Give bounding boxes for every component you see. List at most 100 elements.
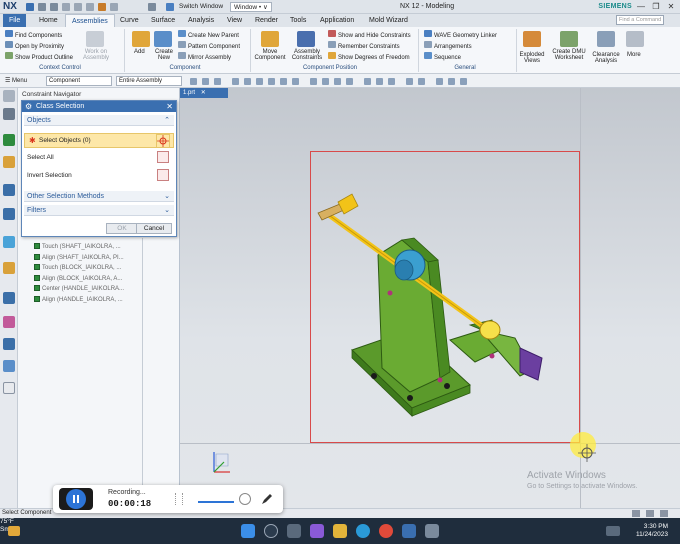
part-navigator-icon[interactable] xyxy=(3,156,15,168)
tab-tools[interactable]: Tools xyxy=(284,14,312,27)
view-orient-icon[interactable] xyxy=(310,78,317,85)
pattern-component-item[interactable]: Pattern Component xyxy=(178,41,240,50)
other-methods-section-header[interactable]: Other Selection Methods ⌄ xyxy=(24,191,174,202)
snap-view-icon[interactable] xyxy=(148,3,156,11)
edge-icon[interactable] xyxy=(356,524,370,538)
repeat-command-icon[interactable] xyxy=(98,3,106,11)
file-explorer-icon[interactable] xyxy=(333,524,347,538)
rotate-icon[interactable] xyxy=(346,78,353,85)
midpoint-icon[interactable] xyxy=(256,78,263,85)
paste-icon[interactable] xyxy=(86,3,94,11)
exploded-views-icon[interactable] xyxy=(523,31,541,47)
copy-icon[interactable] xyxy=(74,3,82,11)
search-icon[interactable] xyxy=(264,524,278,538)
assembly-navigator-icon[interactable] xyxy=(3,108,15,120)
create-new-icon[interactable] xyxy=(154,31,172,47)
app-taskbar-icon[interactable] xyxy=(425,524,439,538)
find-command-input[interactable]: Find a Command xyxy=(616,15,664,25)
type-filter-select[interactable]: Component xyxy=(46,76,112,86)
constraint-row[interactable]: Align (HANDLE_IAIKOLRA, ... xyxy=(34,295,174,306)
intersection-icon[interactable] xyxy=(280,78,287,85)
invert-selection-icon[interactable] xyxy=(157,169,169,181)
chrome-icon[interactable] xyxy=(379,524,393,538)
clearance-analysis-icon[interactable] xyxy=(597,31,615,47)
endpoint-icon[interactable] xyxy=(244,78,251,85)
wave-linker-item[interactable]: WAVE Geometry Linker xyxy=(424,30,497,39)
tab-mold-wizard[interactable]: Mold Wizard xyxy=(363,14,414,27)
mirror-assembly-item[interactable]: Mirror Assembly xyxy=(178,52,231,61)
shaded-icon[interactable] xyxy=(364,78,371,85)
pen-icon[interactable] xyxy=(260,492,274,506)
task-view-icon[interactable] xyxy=(287,524,301,538)
tab-close-icon[interactable]: ✕ xyxy=(201,90,206,96)
constraint-row[interactable]: Align (SHAFT_IAIKOLRA, PI... xyxy=(34,253,174,264)
filter-icon[interactable] xyxy=(190,78,197,85)
checkbox-icon[interactable] xyxy=(34,274,40,281)
start-icon[interactable] xyxy=(241,524,255,538)
minimize-icon[interactable]: — xyxy=(634,2,648,12)
webcam-icon[interactable] xyxy=(239,493,251,505)
cancel-button[interactable]: Cancel xyxy=(136,223,172,234)
history-icon[interactable] xyxy=(3,262,15,274)
menu-button[interactable]: ☰ Menu xyxy=(5,77,27,84)
wcs-icon[interactable] xyxy=(418,78,425,85)
section-icon[interactable] xyxy=(388,78,395,85)
checkbox-icon[interactable] xyxy=(34,253,40,260)
show-dof-item[interactable]: Show Degrees of Freedom xyxy=(328,52,410,61)
assembly-constraints-icon[interactable] xyxy=(297,31,315,47)
arrangements-item[interactable]: Arrangements xyxy=(424,41,472,50)
select-all-icon[interactable] xyxy=(157,151,169,163)
assembly-model[interactable] xyxy=(310,180,550,425)
undo-icon[interactable] xyxy=(38,3,46,11)
assembly-constraints-button[interactable]: Assembly Constraints xyxy=(288,49,326,61)
filters-section-header[interactable]: Filters ⌄ xyxy=(24,205,174,216)
part-tab[interactable]: 1.prt ✕ xyxy=(180,88,228,98)
volume-slider[interactable] xyxy=(198,501,234,503)
tab-render[interactable]: Render xyxy=(249,14,284,27)
ok-button[interactable]: OK xyxy=(106,223,138,234)
checkbox-icon[interactable] xyxy=(34,243,40,250)
display-icon[interactable] xyxy=(460,78,467,85)
drag-handle[interactable] xyxy=(175,493,183,505)
blank-panel-icon[interactable] xyxy=(3,382,15,394)
pause-recording-button[interactable] xyxy=(59,488,93,510)
measure-icon[interactable] xyxy=(436,78,443,85)
status-grid-icon[interactable] xyxy=(632,510,640,517)
system-tray-icon[interactable] xyxy=(606,526,620,536)
move-component-icon[interactable] xyxy=(261,31,279,47)
save-icon[interactable] xyxy=(26,3,34,11)
chat-icon[interactable] xyxy=(310,524,324,538)
cut-icon[interactable] xyxy=(62,3,70,11)
window-menu-button[interactable]: Window • ∨ xyxy=(230,2,272,12)
show-hide-constraints-item[interactable]: Show and Hide Constraints xyxy=(328,30,411,39)
nx-taskbar-icon[interactable] xyxy=(402,524,416,538)
fit-icon[interactable] xyxy=(322,78,329,85)
dmu-worksheet-icon[interactable] xyxy=(560,31,578,47)
deselect-icon[interactable] xyxy=(214,78,221,85)
weather-icon[interactable] xyxy=(8,526,20,536)
dialog-close-icon[interactable]: ✕ xyxy=(166,101,173,112)
tab-analysis[interactable]: Analysis xyxy=(182,14,220,27)
status-panel-icon[interactable] xyxy=(660,510,668,517)
tab-assemblies[interactable]: Assemblies xyxy=(65,14,115,27)
tab-file[interactable]: File xyxy=(3,14,27,27)
roles-icon[interactable] xyxy=(3,360,15,372)
exploded-views-button[interactable]: Exploded Views xyxy=(518,52,546,64)
touch-mode-icon[interactable] xyxy=(110,3,118,11)
work-on-assembly-icon[interactable] xyxy=(86,31,104,47)
dialog-gear-icon[interactable]: ⚙ xyxy=(25,101,32,112)
sequence-item[interactable]: Sequence xyxy=(424,52,461,61)
constraint-row[interactable]: Align (BLOCK_IAIKOLRA, A... xyxy=(34,274,174,285)
switch-window-icon[interactable] xyxy=(166,3,174,11)
wireframe-icon[interactable] xyxy=(376,78,383,85)
clearance-analysis-button[interactable]: Clearance Analysis xyxy=(590,52,622,64)
checkbox-icon[interactable] xyxy=(34,285,40,292)
select-all-icon[interactable] xyxy=(202,78,209,85)
switch-window-button[interactable]: Switch Window xyxy=(176,2,226,12)
status-full-screen-icon[interactable] xyxy=(646,510,654,517)
analysis-icon[interactable] xyxy=(448,78,455,85)
restore-icon[interactable]: ❐ xyxy=(649,2,663,12)
objects-section-header[interactable]: Objects ⌃ xyxy=(24,115,174,126)
dmu-worksheet-button[interactable]: Create DMU Worksheet xyxy=(550,49,588,61)
reuse-library-icon[interactable] xyxy=(3,184,15,196)
